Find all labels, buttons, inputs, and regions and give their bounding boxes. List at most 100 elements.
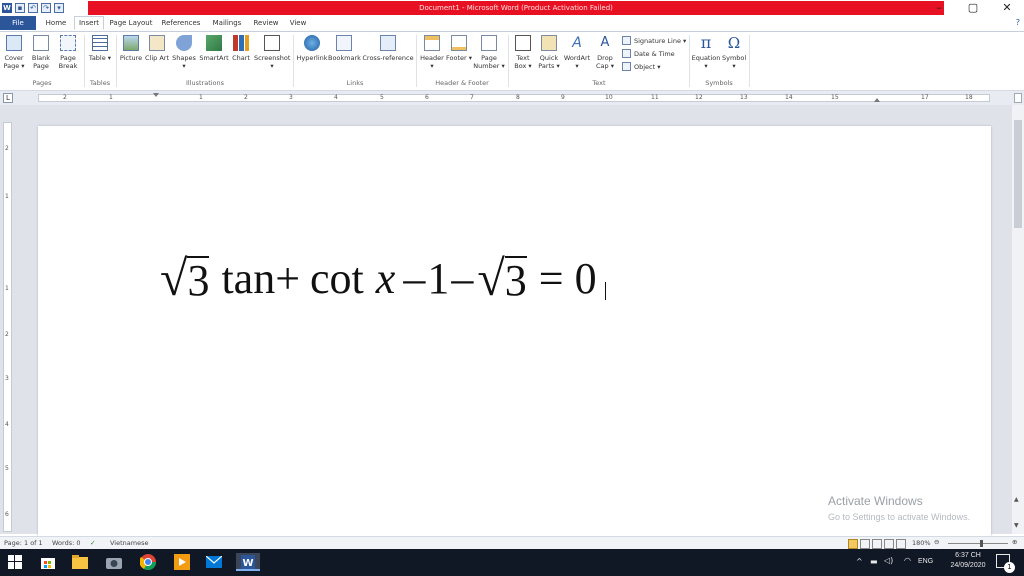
document-page[interactable]: [38, 126, 991, 536]
shapes-button[interactable]: Shapes ▾: [171, 35, 197, 70]
chrome-icon[interactable]: [139, 553, 160, 571]
cross-reference-button[interactable]: Cross-reference: [362, 35, 414, 62]
battery-icon[interactable]: ▬: [870, 557, 878, 566]
page-count[interactable]: Page: 1 of 1: [4, 539, 43, 547]
table-button[interactable]: Table ▾: [88, 35, 112, 62]
cover-page-button[interactable]: Cover Page ▾: [2, 35, 26, 70]
store-icon[interactable]: [40, 553, 60, 571]
wordart-button[interactable]: A WordArt ▾: [563, 35, 591, 70]
help-icon[interactable]: ?: [1016, 18, 1020, 27]
activation-watermark-title: Activate Windows: [828, 494, 923, 508]
tab-home[interactable]: Home: [40, 16, 72, 30]
smartart-icon: [206, 35, 222, 51]
word-taskbar-icon[interactable]: W: [236, 553, 260, 571]
view-ruler-toggle[interactable]: [1014, 93, 1022, 103]
next-page-icon[interactable]: ▼: [1014, 522, 1019, 529]
web-layout-view-icon[interactable]: [872, 539, 882, 549]
bookmark-label: Bookmark: [328, 54, 361, 62]
equation-variable-x: x: [375, 253, 396, 303]
zoom-level[interactable]: 180%: [912, 539, 931, 547]
hyperlink-icon: [304, 35, 320, 51]
redo-icon[interactable]: ↷: [41, 3, 51, 13]
object-button[interactable]: Object ▾: [622, 62, 661, 71]
page-break-button[interactable]: Page Break: [56, 35, 80, 70]
footer-label: Footer ▾: [446, 54, 473, 62]
zoom-out-icon[interactable]: ⊖: [934, 538, 939, 546]
chart-button[interactable]: Chart: [231, 35, 251, 62]
drop-cap-button[interactable]: A Drop Cap ▾: [592, 35, 618, 70]
camera-icon[interactable]: [106, 553, 126, 571]
horizontal-ruler[interactable]: 2 1 1 2 3 4 5 6 7 8 9 10 11 12 13 14 15 …: [38, 93, 990, 102]
page-number-button[interactable]: Page Number ▾: [473, 35, 505, 70]
undo-icon[interactable]: ↶: [28, 3, 38, 13]
first-line-indent-marker[interactable]: [153, 93, 159, 97]
file-explorer-icon[interactable]: [72, 553, 92, 571]
word-count[interactable]: Words: 0: [52, 539, 81, 547]
clip-art-button[interactable]: Clip Art: [145, 35, 169, 62]
tab-references[interactable]: References: [158, 16, 204, 30]
tab-file[interactable]: File: [0, 16, 36, 30]
windows-start-icon[interactable]: [8, 553, 28, 571]
proofing-icon[interactable]: ✓: [90, 539, 95, 547]
bookmark-button[interactable]: Bookmark: [328, 35, 361, 62]
clock-date: 24/09/2020: [950, 562, 986, 569]
equation-term-minus-one: –1–: [403, 253, 476, 303]
zoom-slider[interactable]: [948, 543, 1008, 544]
blank-page-button[interactable]: Blank Page: [28, 35, 54, 70]
word-app-icon[interactable]: W: [2, 3, 12, 13]
close-button[interactable]: ✕: [990, 0, 1024, 16]
tab-review[interactable]: Review: [250, 16, 282, 30]
ruler-number: 5: [5, 465, 9, 472]
zoom-in-icon[interactable]: ⊕: [1012, 538, 1017, 546]
outline-view-icon[interactable]: [884, 539, 894, 549]
media-player-icon[interactable]: [174, 553, 194, 571]
minimize-button[interactable]: –: [922, 0, 956, 16]
screenshot-button[interactable]: Screenshot ▾: [254, 35, 290, 70]
volume-icon[interactable]: ◁): [884, 556, 893, 565]
scrollbar-thumb[interactable]: [1014, 120, 1022, 228]
quick-parts-button[interactable]: Quick Parts ▾: [536, 35, 562, 70]
ribbon-separator: [293, 35, 294, 87]
picture-button[interactable]: Picture: [119, 35, 143, 62]
picture-icon: [123, 35, 139, 51]
zoom-slider-thumb[interactable]: [980, 540, 983, 547]
drop-cap-label: Drop Cap ▾: [596, 54, 614, 70]
footer-icon: [451, 35, 467, 51]
input-language[interactable]: ENG: [918, 558, 933, 565]
tab-insert[interactable]: Insert: [74, 16, 104, 30]
smartart-button[interactable]: SmartArt: [199, 35, 229, 62]
customize-qat-icon[interactable]: ▾: [54, 3, 64, 13]
ruler-number: 18: [965, 94, 973, 101]
language-indicator[interactable]: Vietnamese: [110, 539, 148, 547]
right-indent-marker[interactable]: [874, 98, 880, 102]
draft-view-icon[interactable]: [896, 539, 906, 549]
date-time-button[interactable]: Date & Time: [622, 49, 675, 58]
ruler-number: 6: [5, 511, 9, 518]
footer-button[interactable]: Footer ▾: [446, 35, 472, 62]
ruler-number: 9: [561, 94, 565, 101]
text-box-button[interactable]: Text Box ▾: [511, 35, 535, 70]
tab-page-layout[interactable]: Page Layout: [108, 16, 154, 30]
ruler-number: 4: [334, 94, 338, 101]
equation[interactable]: √ 3 tan+ cot x –1– √ 3 = 0: [160, 248, 606, 308]
tab-view[interactable]: View: [286, 16, 310, 30]
vertical-ruler[interactable]: 2 1 1 2 3 4 5 6: [3, 122, 12, 532]
hyperlink-button[interactable]: Hyperlink: [296, 35, 328, 62]
full-screen-view-icon[interactable]: [860, 539, 870, 549]
wifi-icon[interactable]: ◠: [904, 556, 911, 565]
tab-mailings[interactable]: Mailings: [208, 16, 246, 30]
cross-reference-icon: [380, 35, 396, 51]
mail-icon[interactable]: [205, 553, 226, 571]
print-layout-view-icon[interactable]: [848, 539, 858, 549]
signature-line-button[interactable]: Signature Line ▾: [622, 36, 686, 45]
symbol-button[interactable]: Ω Symbol ▾: [722, 35, 746, 70]
tray-expand-icon[interactable]: ^: [856, 557, 863, 566]
previous-page-icon[interactable]: ▲: [1014, 496, 1019, 503]
maximize-button[interactable]: ▢: [956, 0, 990, 16]
save-icon[interactable]: ▪: [15, 3, 25, 13]
clock[interactable]: 6:37 CH 24/09/2020: [946, 552, 990, 569]
tab-selector[interactable]: L: [3, 93, 13, 103]
drop-cap-icon: A: [600, 35, 610, 50]
equation-button[interactable]: π Equation ▾: [691, 35, 721, 71]
header-button[interactable]: Header ▾: [419, 35, 445, 70]
